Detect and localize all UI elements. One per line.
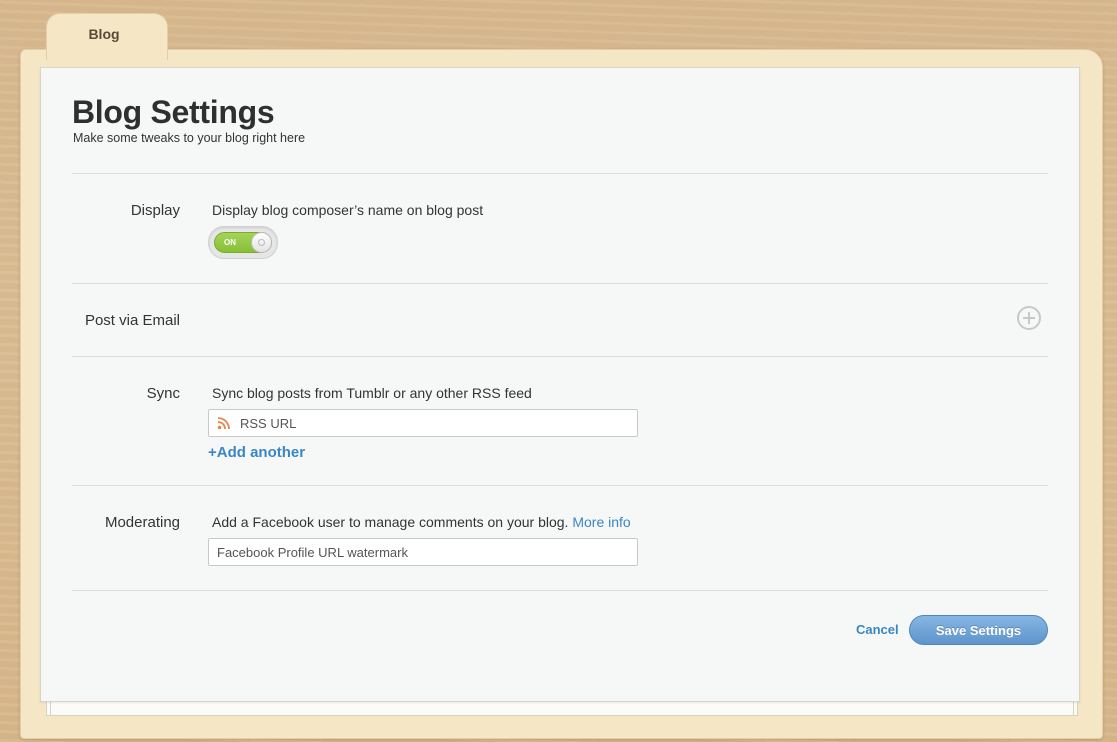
post-via-email-label[interactable]: Post via Email [40,312,180,329]
sync-label: Sync [146,385,180,402]
display-description: Display blog composer’s name on blog pos… [212,202,484,218]
divider [72,590,1048,591]
display-name-toggle[interactable]: ON [208,226,278,259]
toggle-track[interactable]: ON [214,232,272,253]
cancel-button[interactable]: Cancel [856,622,899,637]
sync-description: Sync blog posts from Tumblr or any other… [212,385,532,401]
page-subtitle: Make some tweaks to your blog right here [73,131,306,145]
rss-icon [217,417,230,430]
divider [72,173,1048,174]
divider [72,356,1048,357]
display-label: Display [130,202,180,219]
toggle-state-label: ON [224,238,236,247]
moderating-description: Add a Facebook user to manage comments o… [212,514,569,530]
rss-url-input[interactable] [208,409,638,437]
add-another-link[interactable]: +Add another [208,444,305,461]
plus-circle-icon[interactable] [1017,306,1041,330]
moderating-label: Moderating [104,514,180,531]
divider [72,283,1048,284]
divider [72,485,1048,486]
save-settings-button[interactable]: Save Settings [909,615,1048,645]
toggle-knob[interactable] [251,232,272,253]
moderating-description-line: Add a Facebook user to manage comments o… [212,514,631,530]
facebook-profile-url-input[interactable] [208,538,638,566]
more-info-link[interactable]: More info [572,514,630,530]
tab-blog[interactable]: Blog [46,26,162,42]
page-title: Blog Settings [72,94,275,130]
settings-panel [40,67,1080,702]
